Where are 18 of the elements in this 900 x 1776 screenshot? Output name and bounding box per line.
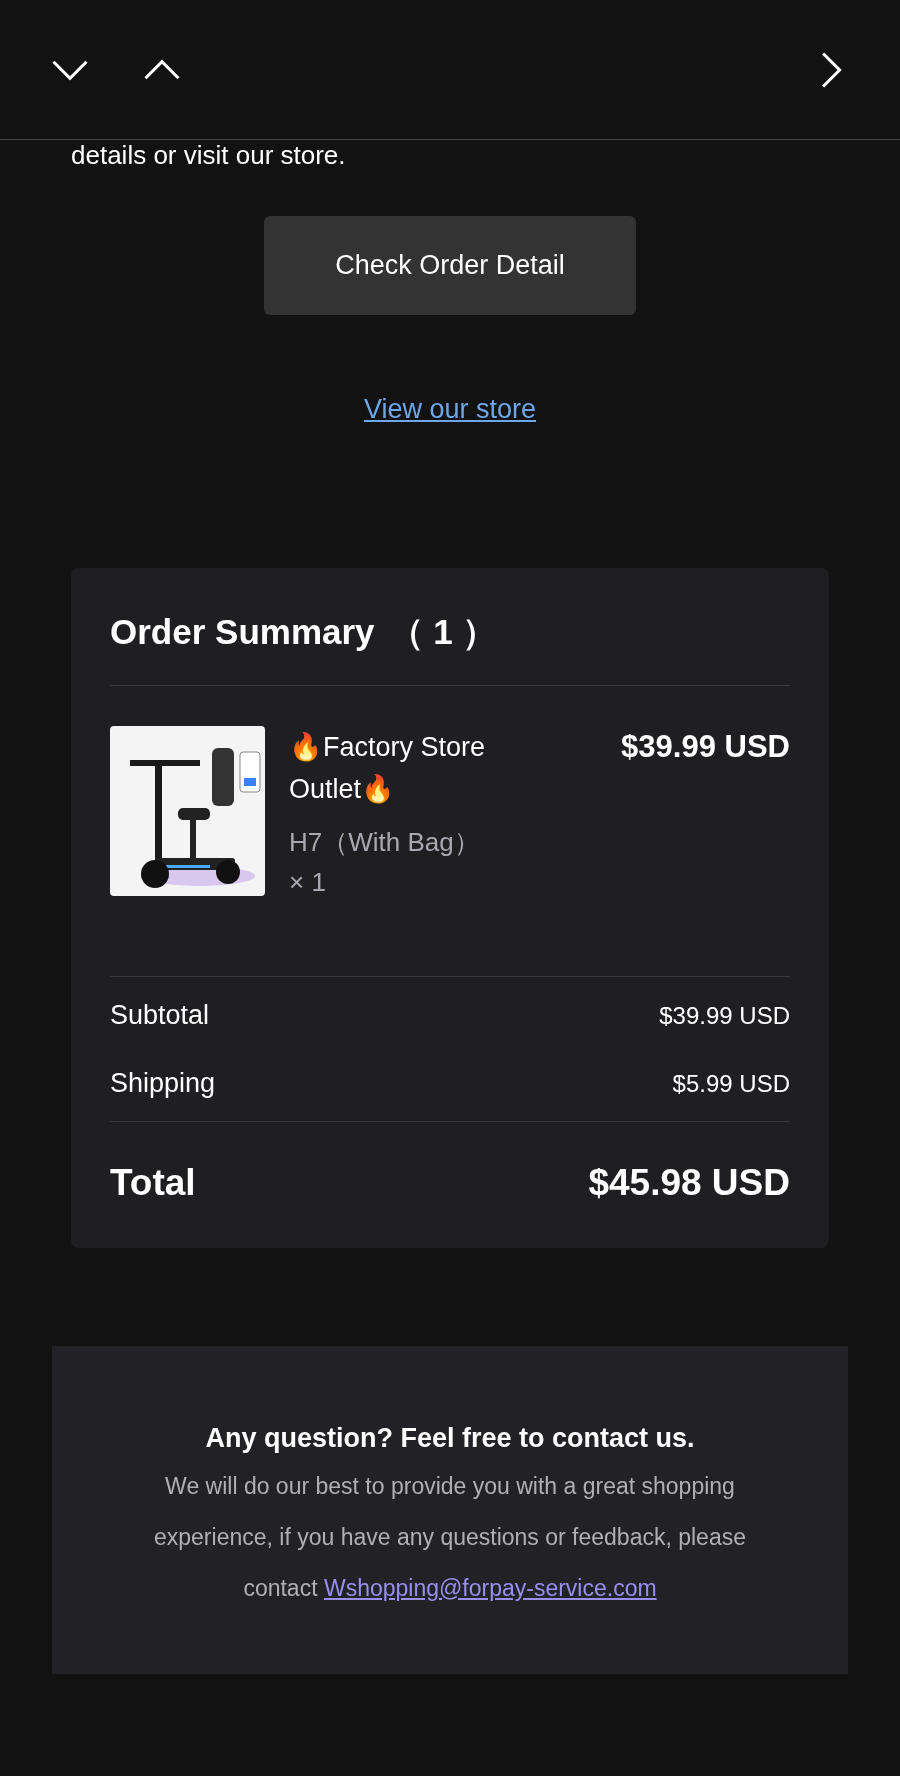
- contact-text: We will do our best to provide you with a great shopping experience, if you have any questions or feedback, please contact Wshopping@forpay-service.com: [153, 1471, 747, 1603]
- summary-value: $5.99 USD: [672, 1068, 790, 1099]
- order-summary-title: Order Summary: [110, 611, 375, 654]
- product-price: $39.99 USD: [621, 727, 790, 766]
- email-link[interactable]: Wshopping@forpay-service.com: [323, 1574, 657, 1601]
- view-store-link[interactable]: View our store: [363, 389, 537, 430]
- total-label: Total: [110, 1160, 196, 1205]
- check-order-detail-button[interactable]: Check Order Detail: [264, 216, 636, 315]
- total-value: $45.98 USD: [588, 1160, 790, 1205]
- summary-value: $39.99 USD: [659, 1000, 790, 1031]
- summary-label: Subtotal: [110, 999, 210, 1033]
- intro-text: details or visit our store.: [71, 140, 347, 170]
- summary-label: Shipping: [110, 1067, 216, 1101]
- product-variant: H7（With Bag）: [289, 825, 481, 859]
- contact-heading: Any question? Feel free to contact us.: [205, 1422, 695, 1455]
- product-quantity: × 1: [289, 865, 327, 899]
- item-count: （ 1 ）: [388, 611, 498, 654]
- product-name: 🔥Factory Store Outlet🔥: [289, 730, 487, 806]
